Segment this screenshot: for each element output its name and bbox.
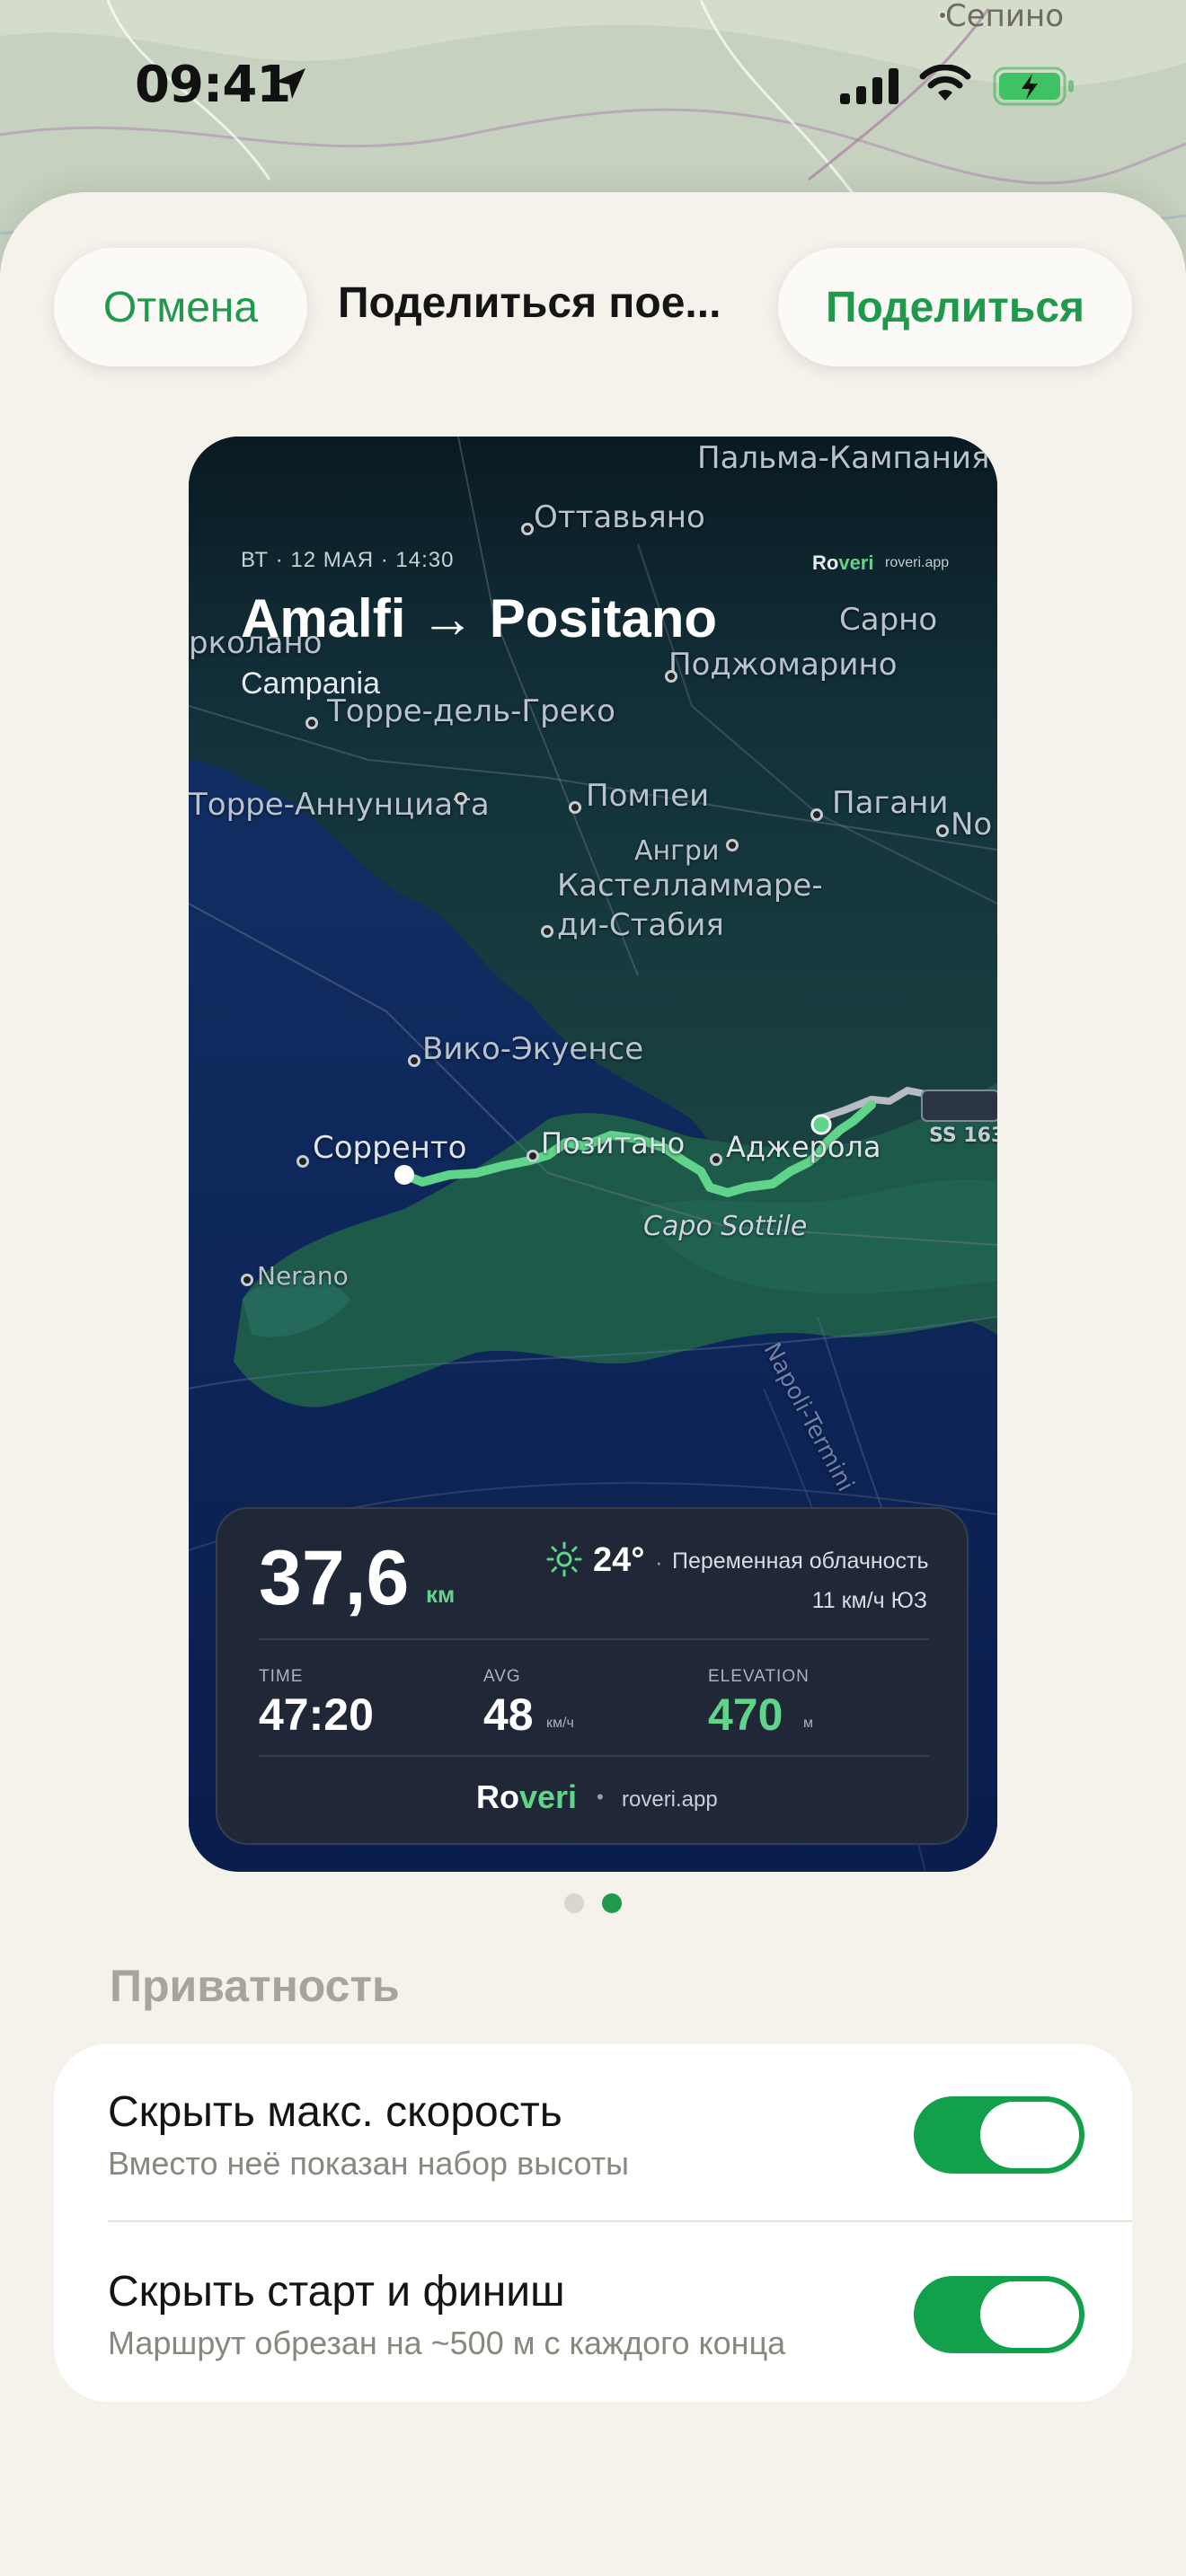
map-town-dot — [726, 839, 739, 851]
road-badge-ss163: SS 163 — [929, 1125, 997, 1147]
elevation-value: 470 — [708, 1689, 783, 1740]
cellular-signal-icon — [840, 68, 898, 104]
map-town-dot — [241, 1274, 253, 1286]
map-town-dot — [665, 670, 677, 683]
cancel-button[interactable]: Отмена — [54, 248, 307, 366]
avg-unit: км/ч — [546, 1716, 574, 1731]
map-town-dot — [408, 1054, 420, 1067]
map-town-dot — [296, 1155, 309, 1168]
map-label-castellammare: Кастелламмаре- ди-Стабия — [557, 868, 823, 943]
map-label-nerano: Nerano — [257, 1261, 349, 1291]
wind: 11 км/ч ЮЗ — [811, 1588, 927, 1613]
hide-max-speed-title: Скрыть макс. скорость — [108, 2088, 562, 2136]
time-value: 47:20 — [259, 1689, 374, 1740]
map-label-pagani: Пагани — [832, 785, 949, 821]
brand-prefix: Ro — [812, 551, 839, 574]
brand-accent: veri — [838, 551, 874, 574]
weather-conditions: Переменная облачность — [672, 1548, 929, 1574]
toggle-knob — [980, 2102, 1079, 2168]
hide-max-speed-subtitle: Вместо неё показан набор высоты — [108, 2145, 630, 2182]
avg-label: AVG — [483, 1667, 521, 1686]
map-label-positano: Позитано — [541, 1126, 686, 1160]
brand-logo: Roveri — [476, 1778, 577, 1816]
map-label-pompei: Помпеи — [586, 778, 710, 814]
map-label-poggiomarino: Поджомарино — [668, 647, 898, 683]
ride-stats-panel: 37,6 км 24° · Переменная облачность 11 к… — [216, 1507, 969, 1845]
hide-start-finish-title: Скрыть старт и финиш — [108, 2268, 565, 2316]
share-card-preview[interactable]: Пальма-Кампания Оттавьяно Сарно рколано … — [189, 437, 997, 1872]
toggle-knob — [980, 2281, 1079, 2348]
map-label-no: No — [951, 807, 993, 842]
ride-title: Amalfi → Positano — [241, 588, 718, 648]
status-time: 09:41 — [135, 56, 291, 114]
map-label-agerola: Аджерола — [726, 1130, 881, 1164]
page-indicator-dot-2[interactable] — [602, 1893, 622, 1913]
battery-charging-icon — [993, 66, 1074, 106]
map-label-sorrento: Сорренто — [313, 1130, 467, 1166]
row-divider — [108, 2220, 1132, 2222]
status-bar: 09:41 — [0, 0, 1186, 180]
brand-logo-small: Roveri — [812, 551, 873, 575]
share-button[interactable]: Поделиться — [778, 248, 1132, 366]
wifi-icon — [919, 65, 971, 101]
map-town-dot — [305, 717, 318, 729]
map-town-dot — [455, 792, 467, 805]
map-label-sarno: Сарно — [839, 602, 938, 638]
map-town-dot — [936, 825, 949, 837]
hide-start-finish-subtitle: Маршрут обрезан на ~500 м с каждого конц… — [108, 2325, 786, 2361]
map-label-angri: Ангри — [634, 835, 720, 867]
stats-divider — [259, 1755, 929, 1757]
ride-region: Campania — [241, 666, 380, 701]
avg-value: 48 — [483, 1689, 534, 1740]
time-label: TIME — [259, 1667, 304, 1686]
map-label-vico: Вико-Экуенсе — [422, 1031, 644, 1067]
brand-url-small: roveri.app — [885, 555, 950, 570]
privacy-section-header: Приватность — [110, 1961, 400, 2011]
hide-start-finish-toggle[interactable] — [914, 2276, 1084, 2353]
map-town-dot — [521, 523, 534, 535]
map-town-dot — [810, 808, 823, 821]
brand-accent: veri — [519, 1778, 578, 1815]
map-label-ottaviano: Оттавьяно — [534, 499, 705, 535]
stats-divider — [259, 1638, 929, 1640]
map-label-palma: Пальма-Кампания — [697, 440, 990, 476]
map-label-capo-sottile: Capo Sottile — [643, 1211, 808, 1242]
temperature: 24° — [593, 1541, 645, 1579]
map-town-dot — [527, 1150, 539, 1162]
map-label-torre-annunziata: Торре-Аннунциата — [189, 787, 490, 823]
ride-date: ВТ · 12 МАЯ · 14:30 — [241, 548, 455, 572]
brand-url: roveri.app — [622, 1787, 718, 1812]
map-town-dot — [569, 801, 581, 814]
weather-separator: · — [655, 1548, 663, 1575]
page-indicator-dot-1[interactable] — [564, 1893, 584, 1913]
map-town-dot — [541, 925, 553, 938]
sheet-title: Поделиться пое... — [338, 279, 721, 327]
elevation-unit: м — [803, 1716, 813, 1731]
location-arrow-icon — [275, 68, 305, 99]
privacy-settings-card: Скрыть макс. скорость Вместо неё показан… — [54, 2044, 1132, 2402]
footer-separator: • — [597, 1786, 604, 1808]
hide-max-speed-toggle[interactable] — [914, 2096, 1084, 2174]
map-town-dot — [710, 1153, 722, 1166]
brand-prefix: Ro — [476, 1778, 519, 1815]
elevation-label: ELEVATION — [708, 1667, 810, 1686]
sun-icon — [546, 1541, 582, 1577]
